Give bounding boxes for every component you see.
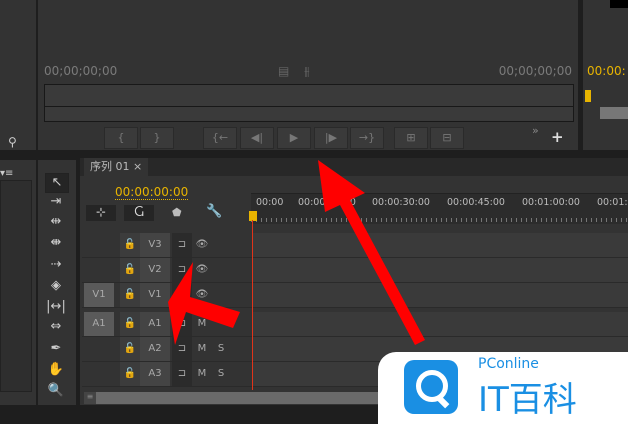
arrow-to-v1 bbox=[168, 262, 240, 345]
watermark-text: IT百科 bbox=[478, 380, 577, 420]
watermark: PConline IT百科 bbox=[378, 352, 628, 424]
watermark-brand: PConline bbox=[478, 356, 539, 372]
arrow-to-play bbox=[318, 160, 425, 345]
pconline-logo-icon bbox=[404, 360, 458, 414]
